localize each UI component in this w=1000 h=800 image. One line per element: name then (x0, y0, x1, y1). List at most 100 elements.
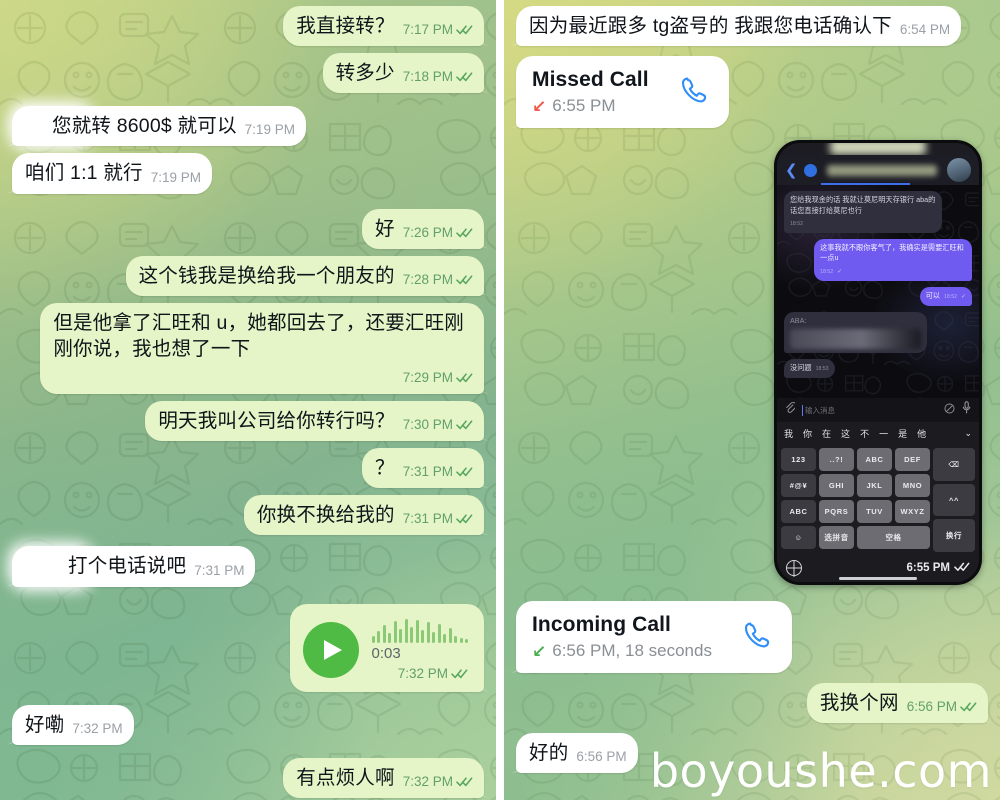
message-list-right[interactable]: 因为最近跟多 tg盗号的 我跟您电话确认下 6:54 PM Missed Cal… (504, 0, 1000, 800)
waveform-bar (426, 621, 430, 643)
message-bubble-outgoing[interactable]: 我换个网 6:56 PM (806, 683, 988, 724)
message-bubble-incoming[interactable]: 打个电话说吧 7:31 PM (12, 546, 256, 587)
key-123[interactable]: 123 (781, 448, 816, 472)
incoming-call-bubble[interactable]: Incoming Call ↙ 6:56 PM, 18 seconds (516, 601, 792, 674)
key-enter[interactable]: 换行 (933, 519, 975, 553)
key-wxyz[interactable]: WXYZ (895, 500, 930, 524)
message-bubble-incoming[interactable]: 您就转 8600$ 就可以 7:19 PM (12, 106, 306, 147)
shift-icon[interactable]: ^^ (933, 483, 975, 517)
message-row: 明天我叫公司给你转行吗？ 7:30 PM (12, 401, 484, 442)
message-row: 有点烦人啊 7:32 PM (12, 757, 484, 798)
key-tuv[interactable]: TUV (857, 500, 892, 524)
unread-badge (803, 163, 817, 177)
message-bubble-outgoing[interactable]: 你换不换给我的 7:31 PM (243, 495, 484, 536)
phone-screenshot-image[interactable]: ❮ 您给我现金的话 我就让莫尼明天存银行 aba的话您直接打给莫尼也行 18:5… (774, 140, 982, 586)
phone-bubble-outgoing: 可以 18:52 ✓ (919, 287, 972, 306)
suggestion-item[interactable]: 是 (898, 427, 907, 440)
message-text: 转多少 (335, 62, 395, 85)
missed-call-bubble[interactable]: Missed Call ↙ 6:55 PM (516, 56, 729, 129)
message-bubble-outgoing[interactable]: 有点烦人啊 7:32 PM (283, 757, 484, 798)
key-ghi[interactable]: GHI (819, 474, 854, 498)
suggestion-item[interactable]: 你 (803, 427, 812, 440)
phone-input-placeholder[interactable]: 输入消息 (802, 404, 937, 416)
voice-message[interactable]: 0:03 7:32 PM (302, 614, 471, 684)
phone-icon[interactable] (742, 620, 772, 655)
waveform-bar (377, 630, 380, 643)
message-bubble-incoming[interactable]: 好的 6:56 PM (516, 733, 638, 774)
microphone-icon[interactable] (962, 401, 971, 419)
phone-keyboard[interactable]: 123 ..?! ABC DEF #@¥ GHI JKL MNO ABC PQR… (777, 445, 979, 555)
message-bubble-outgoing[interactable]: 我直接转？ 7:17 PM (283, 6, 484, 47)
suggestion-item[interactable]: 不 (860, 427, 869, 440)
play-icon[interactable] (302, 621, 359, 678)
missed-call-arrow-icon: ↙ (532, 96, 547, 116)
globe-icon[interactable] (786, 560, 802, 577)
key-symbols[interactable]: #@¥ (781, 474, 816, 498)
message-bubble-incoming[interactable]: 咱们 1:1 就行 7:19 PM (12, 153, 213, 194)
message-bubble-outgoing[interactable]: ？ 7:31 PM (362, 448, 484, 489)
phone-message-time: 18:52 (943, 294, 957, 301)
phone-message-time: 18:52 (820, 269, 834, 276)
message-time: 6:56 PM (906, 699, 957, 715)
key-pinyin[interactable]: 选拼音 (819, 526, 855, 550)
chevron-down-icon[interactable]: ⌄ (964, 428, 972, 439)
message-bubble-incoming[interactable]: 因为最近跟多 tg盗号的 我跟您电话确认下 6:54 PM (516, 6, 962, 47)
message-row: 您就转 8600$ 就可以 7:19 PM (12, 106, 484, 147)
sticker-icon[interactable] (944, 401, 955, 419)
message-meta: 7:30 PM (403, 417, 473, 434)
voice-message-bubble[interactable]: 0:03 7:32 PM (289, 603, 484, 692)
message-row: 咱们 1:1 就行 7:19 PM (12, 153, 484, 194)
waveform-bar (421, 629, 424, 643)
double-check-icon (954, 561, 970, 575)
message-row: 因为最近跟多 tg盗号的 我跟您电话确认下 6:54 PM (516, 6, 988, 47)
message-time: 7:31 PM (402, 511, 453, 527)
suggestion-item[interactable]: 在 (822, 427, 831, 440)
emoji-icon[interactable]: ☺ (781, 526, 817, 550)
key-abc[interactable]: ABC (857, 448, 892, 472)
suggestion-item[interactable]: 这 (841, 427, 850, 440)
phone-bubble-incoming-blurred: ABA: (784, 311, 927, 353)
suggestion-item[interactable]: 一 (879, 427, 888, 440)
message-time: 7:32 PM (72, 720, 123, 736)
waveform-bar (410, 626, 413, 643)
phone-icon[interactable] (679, 75, 709, 110)
message-text: 好嘞 (25, 713, 65, 736)
double-check-icon (456, 466, 473, 477)
suggestion-list[interactable]: 我你在这不一是他 (784, 427, 926, 440)
double-check-icon (456, 274, 473, 285)
message-text: 有点烦人啊 (296, 766, 395, 789)
phone-bubble-incoming: 没问题 18:53 (784, 358, 835, 378)
suggestion-item[interactable]: 他 (917, 427, 926, 440)
keyboard-row: ABC PQRS TUV WXYZ (781, 500, 930, 524)
key-abc-switch[interactable]: ABC (781, 500, 816, 524)
key-jkl[interactable]: JKL (857, 474, 892, 498)
keyboard-main[interactable]: 123 ..?! ABC DEF #@¥ GHI JKL MNO ABC PQR… (781, 448, 930, 552)
waveform-bar (404, 618, 408, 643)
message-bubble-incoming[interactable]: 好嘞 7:32 PM (12, 704, 134, 745)
suggestion-item[interactable]: 我 (784, 427, 793, 440)
phone-suggestion-bar[interactable]: 我你在这不一是他 ⌄ (777, 422, 979, 446)
message-bubble-outgoing[interactable]: 好 7:26 PM (362, 208, 484, 249)
phone-message-time: 18:52 (790, 220, 803, 227)
key-punct[interactable]: ..?! (819, 448, 854, 472)
keyboard-right-column[interactable]: ⌫ ^^ 换行 (933, 448, 975, 553)
backspace-icon[interactable]: ⌫ (933, 448, 975, 481)
message-row: 我直接转？ 7:17 PM (12, 6, 484, 47)
attach-icon[interactable] (785, 401, 797, 419)
phone-message-input-bar[interactable]: 输入消息 (777, 398, 979, 423)
key-mno[interactable]: MNO (895, 474, 930, 498)
message-bubble-outgoing[interactable]: 明天我叫公司给你转行吗？ 7:30 PM (145, 401, 484, 442)
back-icon[interactable]: ❮ (785, 163, 798, 178)
message-meta: 7:31 PM (194, 563, 244, 580)
waveform[interactable] (371, 617, 468, 643)
key-def[interactable]: DEF (895, 448, 930, 472)
avatar[interactable] (947, 158, 971, 183)
message-list-left[interactable]: 我直接转？ 7:17 PM 转多少 7:18 PM 您就转 8600$ 就可以 … (0, 0, 496, 800)
message-bubble-outgoing[interactable]: 但是他拿了汇旺和 u，她都回去了，还要汇旺刚刚你说，我也想了一下 7:29 PM (40, 302, 484, 394)
screenshot-root: 我直接转？ 7:17 PM 转多少 7:18 PM 您就转 8600$ 就可以 … (0, 0, 1000, 800)
key-pqrs[interactable]: PQRS (819, 500, 854, 524)
message-bubble-outgoing[interactable]: 转多少 7:18 PM (322, 53, 484, 94)
key-space[interactable]: 空格 (857, 526, 930, 550)
message-text: 你换不换给我的 (256, 504, 395, 527)
message-bubble-outgoing[interactable]: 这个钱我是换给我一个朋友的 7:28 PM (125, 255, 484, 296)
